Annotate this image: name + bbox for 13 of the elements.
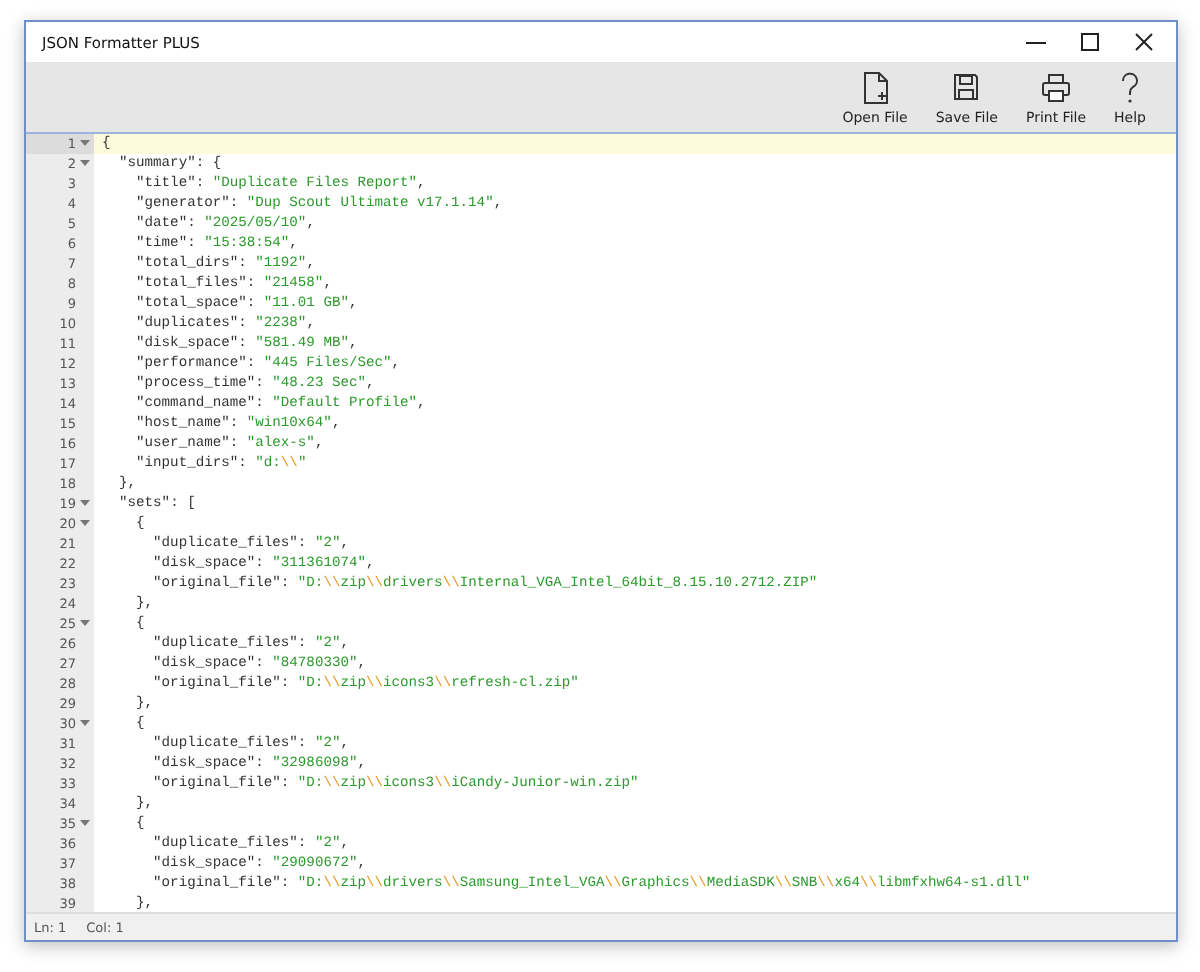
fold-arrow-icon[interactable] bbox=[80, 520, 90, 528]
code-editor[interactable] bbox=[26, 132, 1176, 912]
close-icon[interactable] bbox=[1134, 32, 1154, 52]
fold-arrow-icon[interactable] bbox=[80, 500, 90, 508]
fold-arrow-icon[interactable] bbox=[80, 160, 90, 168]
printer-icon bbox=[1040, 72, 1072, 104]
maximize-icon[interactable] bbox=[1080, 32, 1100, 52]
fold-arrow-icon[interactable] bbox=[80, 720, 90, 728]
fold-arrow-icon[interactable] bbox=[80, 620, 90, 628]
question-mark-icon bbox=[1120, 72, 1141, 104]
fold-arrow-icon[interactable] bbox=[80, 820, 90, 828]
fold-arrow-icon[interactable] bbox=[80, 140, 90, 148]
document-icon bbox=[861, 72, 890, 104]
